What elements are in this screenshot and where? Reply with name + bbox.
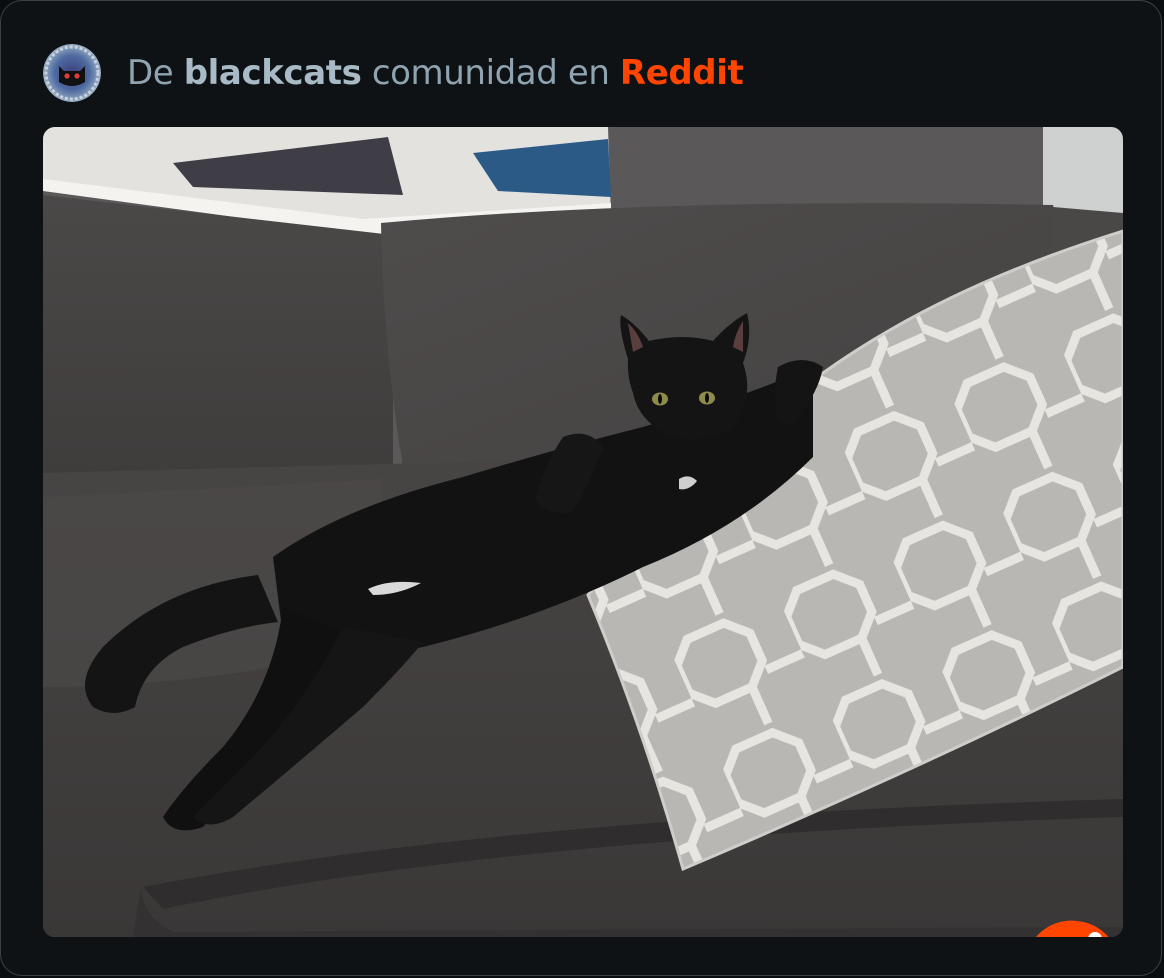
embed-header: De blackcats comunidad en Reddit (43, 43, 744, 103)
embed-caption: De blackcats comunidad en Reddit (127, 53, 744, 93)
community-avatar[interactable] (43, 44, 101, 102)
caption-middle: comunidad en (371, 53, 610, 93)
reddit-logo-icon (1025, 917, 1123, 937)
community-name-link[interactable]: blackcats (184, 53, 362, 93)
platform-name-link[interactable]: Reddit (620, 53, 744, 93)
caption-prefix: De (127, 53, 174, 93)
reddit-embed-card[interactable]: De blackcats comunidad en Reddit (0, 0, 1162, 976)
post-image[interactable] (43, 127, 1123, 937)
